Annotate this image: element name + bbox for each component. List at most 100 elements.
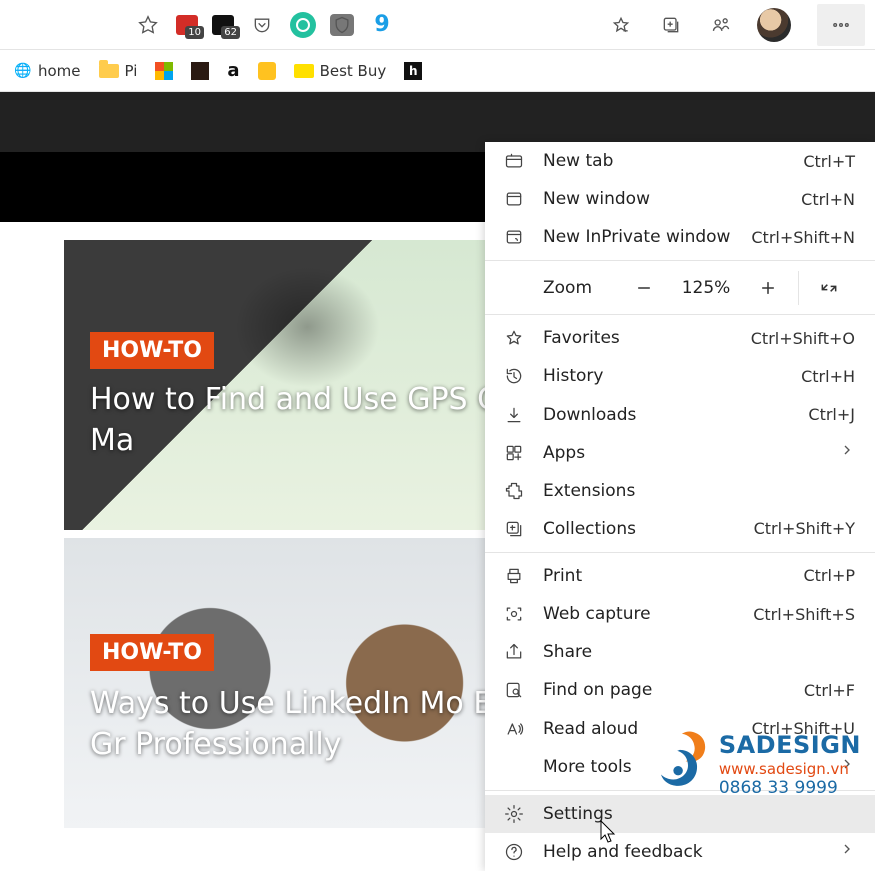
apps-icon [503,443,525,463]
menu-find[interactable]: Find on page Ctrl+F [485,671,875,709]
bookmark-microsoft[interactable] [155,62,173,80]
fullscreen-button[interactable] [807,268,851,308]
menu-label: History [543,366,603,386]
menu-separator [485,314,875,315]
pocket-icon[interactable] [248,11,276,39]
article-tag: HOW-TO [90,332,214,369]
menu-share[interactable]: Share [485,633,875,671]
hulu-icon: h [404,62,422,80]
watermark-logo [651,729,709,801]
menu-favorites[interactable]: Favorites Ctrl+Shift+O [485,319,875,357]
menu-shortcut: Ctrl+N [801,190,855,209]
extensions-toolbar: 10 62 9 [0,0,875,50]
collections-icon [503,519,525,539]
zoom-in-button[interactable] [746,268,790,308]
menu-label: More tools [543,757,632,777]
menu-shortcut: Ctrl+P [803,566,855,585]
menu-new-tab[interactable]: New tab Ctrl+T [485,142,875,180]
globe-icon: 🌐 [14,62,32,80]
menu-label: New tab [543,151,613,171]
microsoft-icon [155,62,173,80]
left-gutter [0,240,62,871]
extension-badge: 62 [221,26,240,39]
page-content: HOW-TO How to Find and Use GPS Coordinat… [0,92,875,871]
bookmark-walmart[interactable] [258,62,276,80]
bookmark-dark[interactable] [191,62,209,80]
grammarly-icon[interactable] [290,12,316,38]
menu-web-capture[interactable]: Web capture Ctrl+Shift+S [485,595,875,633]
settings-and-more-button[interactable] [817,4,865,46]
extension-g-icon[interactable]: 9 [368,11,396,39]
menu-apps[interactable]: Apps [485,434,875,472]
history-icon [503,366,525,386]
star-icon [503,328,525,348]
zoom-out-button[interactable] [622,268,666,308]
chevron-right-icon [839,841,855,862]
watermark-url: www.sadesign.vn [719,760,861,778]
folder-icon [99,64,119,78]
watermark: SADESIGN www.sadesign.vn 0868 33 9999 [651,729,861,801]
profile-avatar[interactable] [757,8,791,42]
extension-badge: 10 [185,26,204,39]
bookmark-bestbuy[interactable]: Best Buy [294,62,387,80]
amazon-icon: a [227,60,239,81]
download-icon [503,405,525,425]
menu-shortcut: Ctrl+F [804,681,855,700]
collections-icon[interactable] [657,11,685,39]
article-tag: HOW-TO [90,634,214,671]
menu-shortcut: Ctrl+Shift+S [753,605,855,624]
menu-label: Find on page [543,680,652,700]
menu-label: Read aloud [543,719,638,739]
menu-extensions[interactable]: Extensions [485,472,875,510]
menu-help[interactable]: Help and feedback [485,833,875,871]
menu-label: Downloads [543,405,636,425]
menu-shortcut: Ctrl+J [808,405,855,424]
menu-new-window[interactable]: New window Ctrl+N [485,180,875,218]
favorite-star-icon[interactable] [134,11,162,39]
menu-print[interactable]: Print Ctrl+P [485,557,875,595]
bookmark-label: Pi [125,62,138,80]
favorites-menu-icon[interactable] [607,11,635,39]
menu-shortcut: Ctrl+T [803,152,855,171]
help-icon [503,842,525,862]
bookmark-hulu[interactable]: h [404,62,422,80]
bookmark-label: Best Buy [320,62,387,80]
bestbuy-icon [294,64,314,78]
menu-shortcut: Ctrl+H [801,367,855,386]
menu-new-inprivate[interactable]: New InPrivate window Ctrl+Shift+N [485,218,875,256]
extension-lastpass-icon[interactable]: 10 [176,15,198,35]
gear-icon [503,804,525,824]
menu-label: Print [543,566,582,586]
bookmark-home[interactable]: 🌐 home [14,62,81,80]
find-icon [503,680,525,700]
read-aloud-icon [503,719,525,739]
bookmark-folder-pi[interactable]: Pi [99,62,138,80]
menu-history[interactable]: History Ctrl+H [485,357,875,395]
menu-label: Extensions [543,481,635,501]
menu-label: New window [543,189,650,209]
menu-collections[interactable]: Collections Ctrl+Shift+Y [485,510,875,548]
menu-shortcut: Ctrl+Shift+Y [754,519,855,538]
extension-dark-icon[interactable]: 62 [212,15,234,35]
ublock-icon[interactable] [330,14,354,36]
toolbar-right-group [607,4,865,46]
menu-downloads[interactable]: Downloads Ctrl+J [485,396,875,434]
zoom-separator [798,271,799,305]
profile-switch-icon[interactable] [707,11,735,39]
new-tab-icon [503,151,525,171]
menu-label: Apps [543,443,585,463]
inprivate-icon [503,227,525,247]
extensions-icon [503,481,525,501]
chevron-right-icon [839,442,855,463]
share-icon [503,642,525,662]
menu-shortcut: Ctrl+Shift+O [751,329,855,348]
menu-separator [485,552,875,553]
menu-label: Collections [543,519,636,539]
bookmark-label: home [38,62,81,80]
watermark-tel: 0868 33 9999 [719,778,861,798]
menu-label: Share [543,642,592,662]
menu-label: Favorites [543,328,620,348]
walmart-icon [258,62,276,80]
bookmark-amazon[interactable]: a [227,60,239,81]
watermark-title: SADESIGN [719,731,861,760]
